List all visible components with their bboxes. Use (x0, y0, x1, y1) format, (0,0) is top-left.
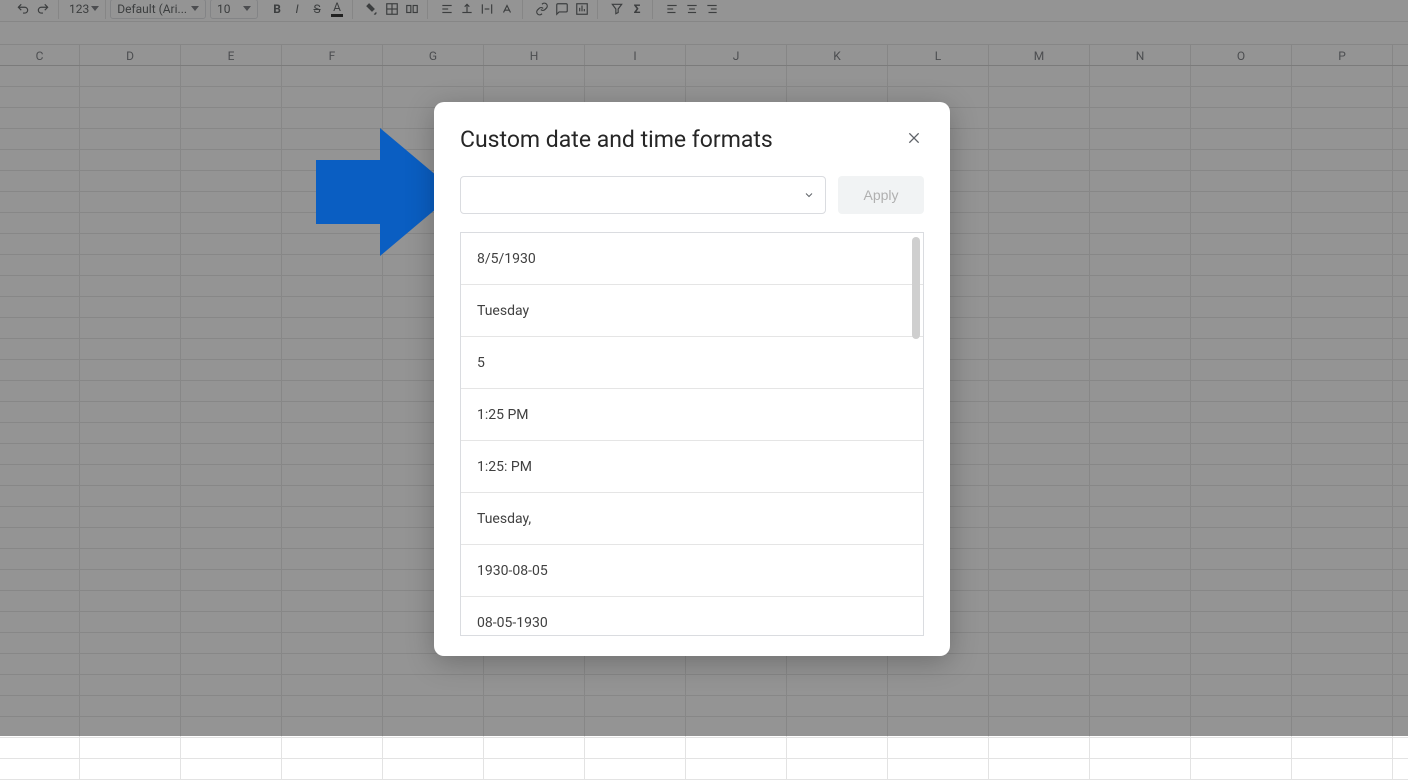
custom-date-time-dialog: Custom date and time formats Apply 8/5/1… (434, 102, 950, 656)
format-option[interactable]: 08-05-1930 (461, 597, 923, 635)
close-button[interactable] (904, 128, 924, 148)
format-option[interactable]: 1:25 PM (461, 389, 923, 441)
format-pattern-input[interactable] (460, 176, 826, 214)
format-option[interactable]: Tuesday, (461, 493, 923, 545)
format-option[interactable]: Tuesday (461, 285, 923, 337)
format-option[interactable]: 1:25: PM (461, 441, 923, 493)
dialog-title: Custom date and time formats (460, 126, 773, 153)
apply-button[interactable]: Apply (838, 176, 924, 214)
format-list: 8/5/1930 Tuesday 5 1:25 PM 1:25: PM Tues… (460, 232, 924, 636)
close-icon (906, 130, 922, 146)
scrollbar-thumb[interactable] (912, 237, 920, 339)
format-option[interactable]: 5 (461, 337, 923, 389)
format-option[interactable]: 1930-08-05 (461, 545, 923, 597)
chevron-down-icon[interactable] (803, 189, 815, 201)
format-list-scroll[interactable]: 8/5/1930 Tuesday 5 1:25 PM 1:25: PM Tues… (461, 233, 923, 635)
format-option[interactable]: 8/5/1930 (461, 233, 923, 285)
